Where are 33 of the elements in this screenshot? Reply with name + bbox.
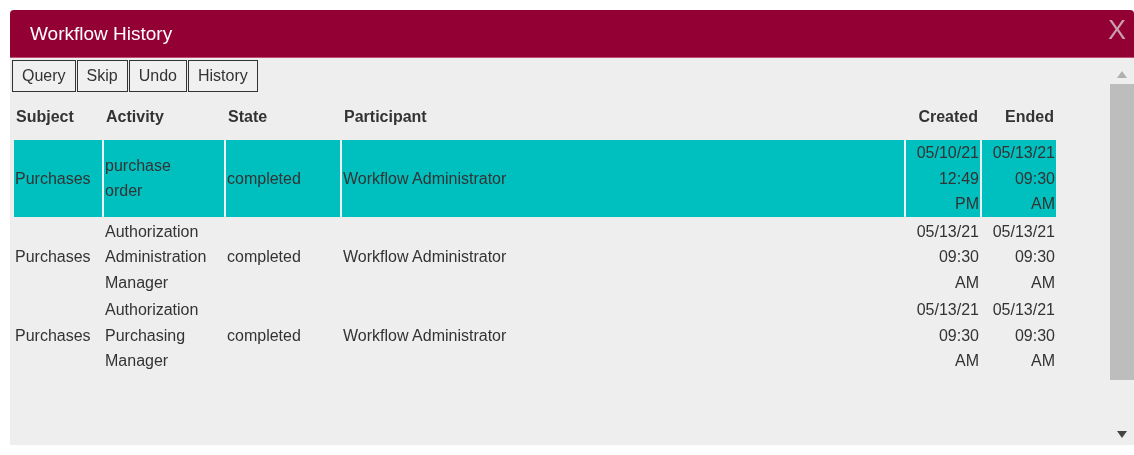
table-cell-text: Purchases (14, 325, 92, 346)
table-cell-text: 05/13/21 09:30 AM (991, 300, 1056, 371)
window-title: Workflow History (30, 22, 173, 45)
scroll-thumb[interactable] (1110, 84, 1134, 380)
column-header: Subject (15, 108, 75, 127)
table-cell-text: Authorization Administration Manager (104, 221, 208, 293)
table-cell: Workflow Administrator (342, 140, 904, 217)
table-cell-text: 05/13/21 09:30 AM (915, 300, 980, 371)
column-header: State (227, 108, 269, 127)
table-cell-text: Authorization Purchasing Manager (104, 300, 200, 371)
column-header: Ended (1004, 108, 1055, 127)
table-cell-text: Workflow Administrator (342, 247, 508, 267)
table-cell: purchase order (104, 140, 224, 217)
toolbar-button[interactable]: Undo (128, 60, 187, 92)
table-cell: completed (226, 140, 340, 217)
table-cell: 05/10/21 12:49 PM (906, 140, 980, 217)
column-header: Created (917, 108, 979, 127)
table-cell-text: completed (226, 247, 302, 267)
table-cell-text: completed (226, 325, 302, 346)
scroll-up-icon[interactable] (1117, 70, 1127, 78)
table-cell-text: 05/13/21 09:30 AM (915, 221, 980, 293)
table-cell: 05/13/21 09:30 AM (982, 140, 1056, 217)
toolbar-button[interactable]: Skip (76, 60, 128, 92)
table-cell-text: Purchases (14, 247, 92, 267)
column-header: Activity (105, 108, 165, 127)
toolbar-button[interactable]: History (187, 60, 258, 92)
column-header: Participant (343, 108, 428, 127)
table-cell-text: 05/13/21 09:30 AM (991, 221, 1056, 293)
table-cell: Purchases (14, 140, 102, 217)
toolbar-button[interactable]: Query (12, 60, 76, 92)
table-cell-text: Workflow Administrator (342, 325, 508, 346)
scroll-down-icon[interactable] (1117, 431, 1127, 439)
close-button[interactable]: X (1100, 15, 1134, 52)
